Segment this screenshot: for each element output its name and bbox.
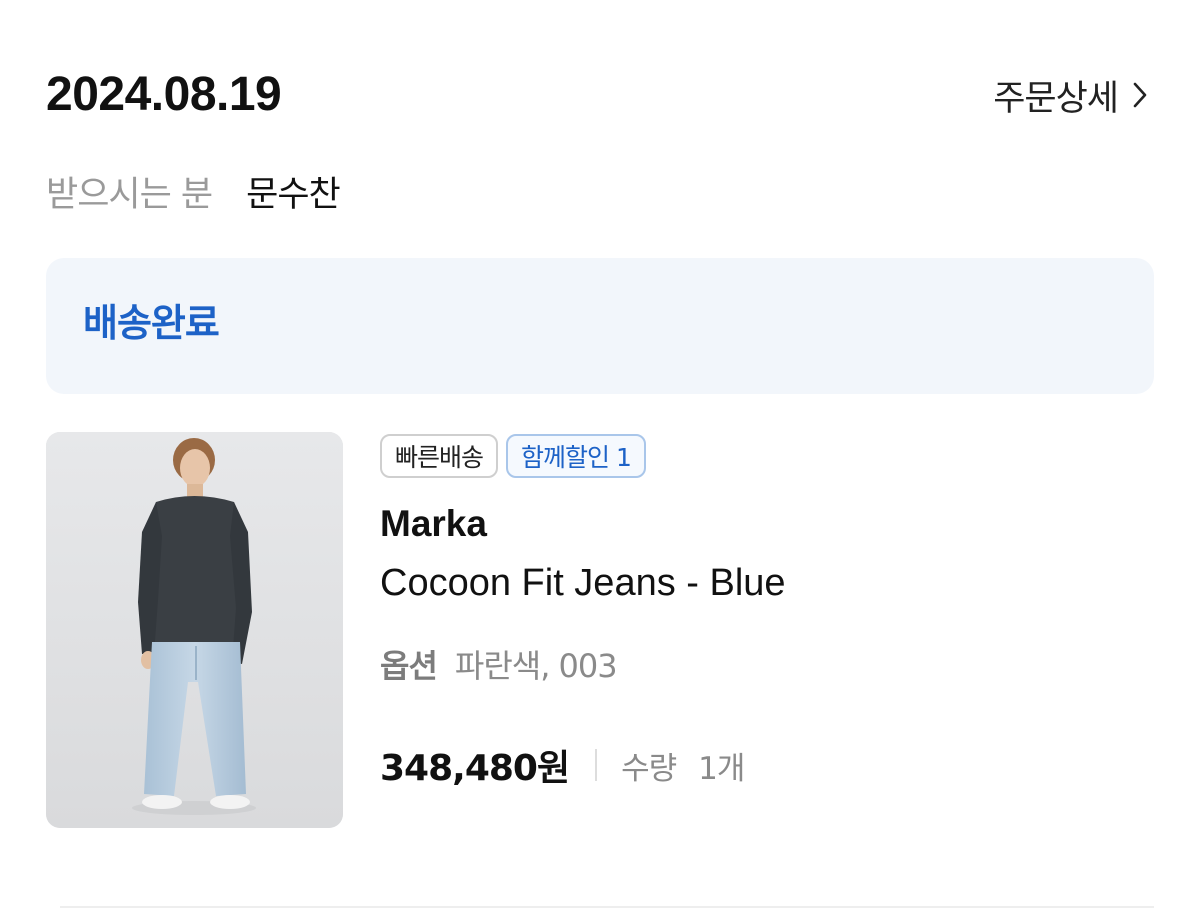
badge-list: 빠른배송 함께할인 1: [380, 432, 1140, 480]
product-name[interactable]: Cocoon Fit Jeans - Blue: [380, 560, 1140, 606]
brand-name[interactable]: Marka: [380, 502, 1140, 546]
recipient-row: 받으시는 분 문수찬: [46, 163, 341, 219]
order-header: 2024.08.19 주문상세: [46, 62, 1154, 128]
price: 348,480원: [380, 748, 570, 789]
order-date: 2024.08.19: [46, 68, 282, 121]
delivery-status-box: 배송완료: [46, 258, 1154, 394]
divider: [595, 749, 598, 781]
product-photo: [46, 432, 343, 828]
product-info: 빠른배송 함께할인 1 Marka Cocoon Fit Jeans - Blu…: [380, 432, 1140, 790]
delivery-status-label: 배송완료: [83, 301, 220, 345]
option-label: 옵션: [380, 647, 438, 685]
bundle-discount-badge: 함께할인 1: [506, 434, 646, 478]
order-detail-link[interactable]: 주문상세: [993, 62, 1148, 128]
quantity-value: 1개: [698, 750, 745, 787]
section-divider: [60, 906, 1154, 908]
chevron-right-icon: [1132, 80, 1148, 110]
quantity-label: 수량: [621, 750, 677, 787]
product-image[interactable]: [46, 432, 343, 828]
fast-delivery-badge: 빠른배송: [380, 434, 499, 478]
recipient-name: 문수찬: [246, 174, 341, 215]
option-value: 파란색, 003: [454, 647, 618, 685]
price-row: 348,480원 수량 1개: [380, 740, 1140, 790]
option-row: 옵션 파란색, 003: [380, 642, 1140, 686]
recipient-label: 받으시는 분: [46, 174, 213, 215]
order-detail-label: 주문상세: [993, 78, 1119, 119]
